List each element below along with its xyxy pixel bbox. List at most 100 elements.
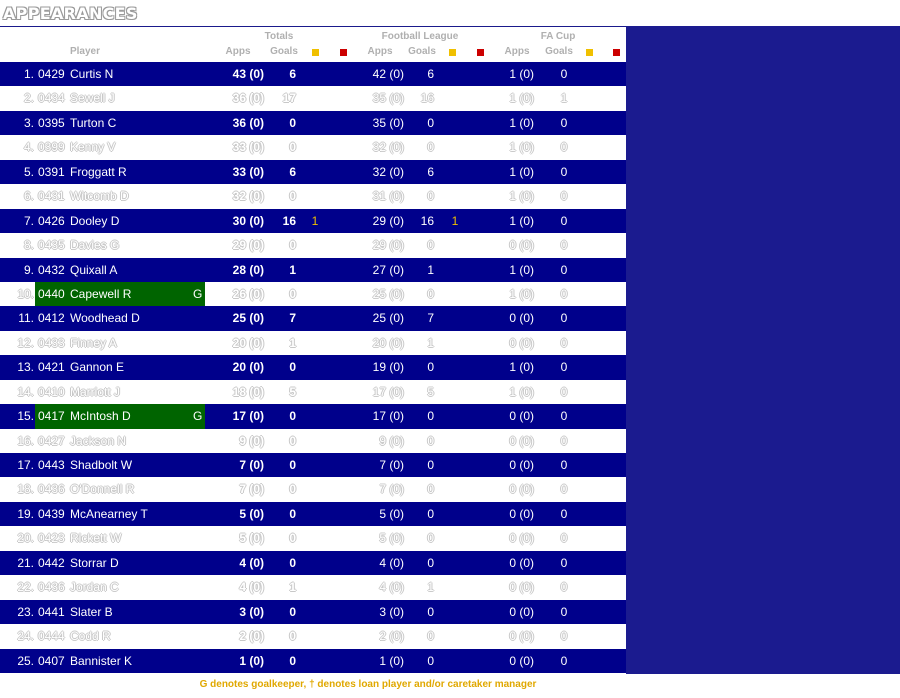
cell-name: Jackson N [70,433,127,448]
cell-code: 0417 [38,409,65,424]
cell-c-apps: 1 (0) [509,384,534,399]
cell-code: 0421 [38,360,65,375]
cell-l-apps: 32 (0) [372,140,404,155]
cell-name: Bannister K [70,653,133,668]
cell-c-goals: 0 [560,189,568,204]
cell-l-goals: 0 [427,653,434,668]
cell-name: Marriott J [70,384,121,399]
cell-c-apps: 0 (0) [509,506,534,521]
cell-name: Curtis N [70,67,114,81]
cell-code: 0429 [38,67,65,81]
cell-t-goals: 0 [289,115,296,130]
cell-t-apps: 2 (0) [239,629,264,644]
header-totals-apps: Apps [225,46,251,57]
cell-num: 22. [17,580,34,595]
cell-code: 0442 [38,555,65,570]
cell-c-goals: 0 [560,433,568,448]
cell-t-apps: 26 (0) [232,286,264,301]
cell-c-goals: 0 [560,580,568,595]
cell-t-goals: 0 [289,531,296,546]
cell-c-apps: 0 (0) [509,238,534,253]
cell-t-goals: 1 [289,335,296,350]
cell-gk: G [193,286,203,301]
cell-name: Capewell R [70,286,132,301]
cell-num: 24. [17,629,34,644]
cell-l-goals: 16 [420,213,434,228]
cell-code: 0444 [38,629,65,644]
cell-gk: G [193,409,203,424]
cell-c-goals: 0 [560,384,568,399]
table-row: 13. 0421 Gannon E 20 (0) 0 19 (0) 0 1 (0) 0 [0,355,626,380]
cell-code: 0435 [38,238,65,253]
cell-num: 5. [23,164,34,179]
cell-num: 2. [23,91,34,106]
cell-c-goals: 0 [560,458,568,472]
cell-num: 23. [17,604,34,619]
cell-t-card: 1 [311,213,319,228]
cell-l-goals: 0 [427,115,434,130]
cell-t-goals: 0 [289,238,296,253]
cell-t-apps: 30 (0) [232,213,264,228]
cell-l-goals: 0 [427,458,434,472]
cell-l-apps: 25 (0) [372,311,404,326]
cell-l-goals: 0 [427,238,434,253]
cell-l-apps: 20 (0) [372,335,404,350]
cell-l-goals: 0 [427,189,434,204]
cell-name: Gannon E [70,360,125,375]
cell-num: 9. [23,262,34,277]
cell-l-apps: 25 (0) [372,286,404,301]
cell-name: Finney A [70,335,117,350]
cell-c-apps: 1 (0) [509,189,534,204]
red-card-icon [613,49,620,56]
table-row: 4. 0399 Kenny V 33 (0) 0 32 (0) 0 1 (0) 0 [0,135,626,160]
table-row: 5. 0391 Froggatt R 33 (0) 6 32 (0) 6 1 (0) 0 [0,159,626,185]
cell-l-apps: 1 (0) [379,653,404,668]
cell-t-apps: 25 (0) [232,311,264,326]
cell-l-apps: 7 (0) [379,482,404,497]
cell-l-apps: 35 (0) [372,91,404,106]
cell-num: 1. [23,67,34,81]
yellow-card-icon [586,49,593,56]
header-cup-apps: Apps [504,46,530,57]
table-row: 15. 0417 McIntosh D G 17 (0) 0 17 (0) 0 0 (0) 0 [0,404,626,429]
cell-l-apps: 42 (0) [372,67,404,81]
cell-l-goals: 0 [427,482,434,497]
cell-num: 20. [17,531,34,546]
cell-code: 0391 [38,164,65,179]
cell-t-goals: 5 [289,384,296,399]
cell-c-goals: 0 [560,360,568,375]
cell-t-apps: 29 (0) [232,238,264,253]
cell-num: 10. [17,286,34,301]
cell-name: Storrar D [70,555,119,570]
cell-t-goals: 6 [289,164,296,179]
cell-name: Dooley D [70,213,120,228]
cell-l-card: 1 [451,213,459,228]
cell-num: 3. [23,115,34,130]
table-row: 7. 0426 Dooley D 30 (0) 16 1 29 (0) 16 1 1 (0) 0 [0,208,626,234]
cell-name: Davies G [70,238,120,253]
table-row: 12. 0433 Finney A 20 (0) 1 20 (0) 1 0 (0) 0 [0,330,626,356]
cell-code: 0431 [38,189,65,204]
cell-c-apps: 1 (0) [509,262,534,277]
cell-c-goals: 0 [560,409,568,424]
cell-num: 17. [17,458,34,472]
cell-c-apps: 1 (0) [509,115,534,130]
cell-num: 13. [17,360,34,375]
table-row: 17. 0443 Shadbolt W 7 (0) 0 7 (0) 0 0 (0) 0 [0,453,626,478]
cell-c-goals: 0 [560,115,568,130]
cell-num: 12. [17,335,34,350]
cell-num: 6. [23,189,34,204]
cell-l-apps: 4 (0) [379,555,404,570]
cell-code: 0412 [38,311,65,326]
header-league-goals: Goals [408,46,436,57]
cell-l-apps: 9 (0) [379,433,404,448]
cell-c-goals: 0 [560,311,568,326]
group-totals: Totals [264,31,294,42]
table-row: 22. 0436 Jordan C 4 (0) 1 4 (0) 1 0 (0) 0 [0,575,626,600]
cell-c-apps: 1 (0) [509,67,534,81]
cell-name: Froggatt R [70,164,127,179]
cell-t-goals: 0 [289,629,296,644]
cell-name: Slater B [70,604,113,619]
cell-l-goals: 6 [427,164,434,179]
cell-t-goals: 0 [289,433,296,448]
